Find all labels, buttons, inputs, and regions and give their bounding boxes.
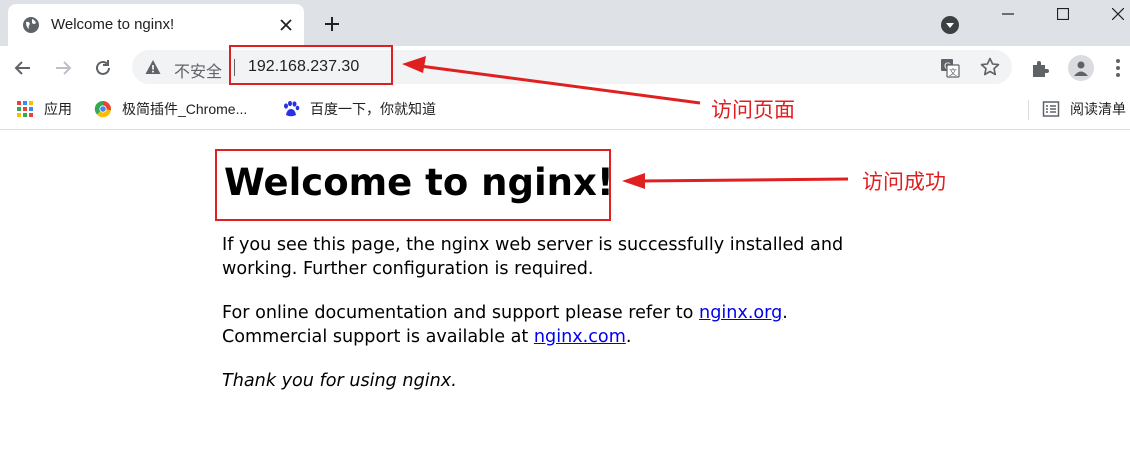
annotation-arrows xyxy=(402,56,849,189)
url-arrow xyxy=(402,56,701,105)
heading-annotation-label: 访问成功 xyxy=(862,171,946,194)
heading-arrow xyxy=(622,173,849,189)
url-annotation-label: 访问页面 xyxy=(711,99,795,122)
